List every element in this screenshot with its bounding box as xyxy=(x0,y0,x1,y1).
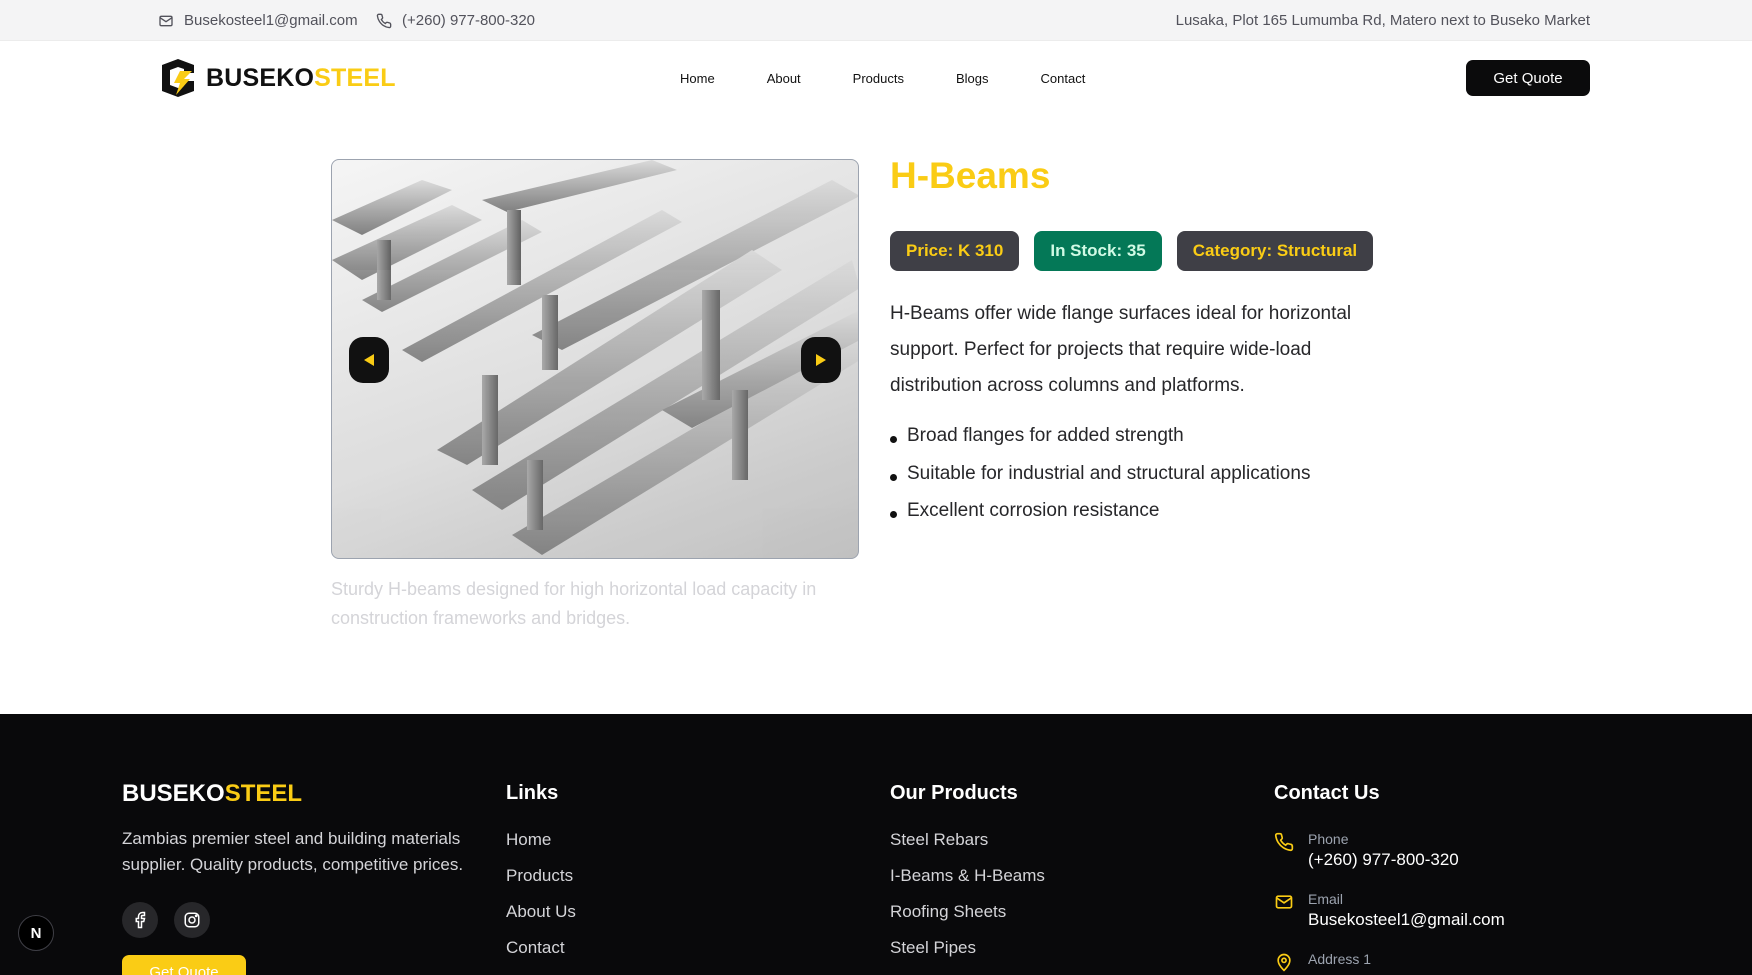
footer-product-link[interactable]: Steel Rebars xyxy=(890,830,1045,866)
topbar-address-text: Lusaka, Plot 165 Lumumba Rd, Matero next… xyxy=(1175,12,1590,29)
site-header: BUSEKOSTEEL Home About Products Blogs Co… xyxy=(0,41,1752,115)
chevron-right-icon xyxy=(816,354,826,366)
product-features: Broad flanges for added strength Suitabl… xyxy=(890,425,1310,538)
footer-get-quote-button[interactable]: Get Quote xyxy=(122,955,246,975)
mail-icon xyxy=(1275,895,1293,909)
footer-contact-address: Address 1 xyxy=(1274,950,1371,972)
footer-phone-label: Phone xyxy=(1308,831,1349,847)
topbar-phone[interactable]: (+260) 977-800-320 xyxy=(376,12,535,29)
footer-contact-phone[interactable]: Phone (+260) 977-800-320 xyxy=(1274,830,1459,872)
feature-item: Excellent corrosion resistance xyxy=(890,500,1310,538)
bullet-icon xyxy=(890,436,897,443)
facebook-link[interactable] xyxy=(122,902,158,938)
logo-text: BUSEKOSTEEL xyxy=(206,64,396,93)
footer-email-text: Email Busekosteel1@gmail.com xyxy=(1308,890,1505,932)
stock-badge: In Stock: 35 xyxy=(1034,231,1162,271)
footer-link-products[interactable]: Products xyxy=(506,866,576,902)
topbar-email-text: Busekosteel1@gmail.com xyxy=(184,12,358,29)
feature-text: Excellent corrosion resistance xyxy=(907,500,1160,521)
footer-address-label: Address 1 xyxy=(1308,951,1372,967)
nav-blogs[interactable]: Blogs xyxy=(956,71,989,86)
product-image xyxy=(332,160,858,558)
footer-email-label: Email xyxy=(1308,891,1344,907)
top-bar: Busekosteel1@gmail.com (+260) 977-800-32… xyxy=(0,0,1752,41)
product-image-caption: Sturdy H-beams designed for high horizon… xyxy=(331,579,817,628)
instagram-link[interactable] xyxy=(174,902,210,938)
footer-phone-value: (+260) 977-800-320 xyxy=(1308,850,1459,869)
footer-brand-accent: STEEL xyxy=(224,780,303,807)
carousel-prev-button[interactable] xyxy=(349,337,389,383)
nav-contact[interactable]: Contact xyxy=(1041,71,1086,86)
facebook-icon xyxy=(135,911,146,929)
bullet-icon xyxy=(890,511,897,518)
topbar-phone-text: (+260) 977-800-320 xyxy=(402,12,536,29)
instagram-icon xyxy=(184,912,200,928)
phone-icon xyxy=(376,13,392,28)
feature-text: Suitable for industrial and structural a… xyxy=(907,462,1311,484)
footer-address-text: Address 1 xyxy=(1308,950,1371,972)
map-pin-icon xyxy=(1277,953,1291,972)
logo-text-primary: BUSEKO xyxy=(206,63,315,92)
nav-products[interactable]: Products xyxy=(853,71,904,86)
logo-icon xyxy=(162,59,194,97)
site-logo[interactable]: BUSEKOSTEEL xyxy=(158,57,396,99)
product-image-carousel xyxy=(331,159,859,559)
chevron-left-icon xyxy=(364,354,374,366)
topbar-address: Lusaka, Plot 165 Lumumba Rd, Matero next… xyxy=(1176,12,1590,29)
dev-tools-badge[interactable]: N xyxy=(18,915,54,951)
feature-text: Broad flanges for added strength xyxy=(907,425,1184,446)
footer-link-contact[interactable]: Contact xyxy=(506,938,576,974)
footer-contact-email[interactable]: Email Busekosteel1@gmail.com xyxy=(1274,890,1505,932)
logo-text-accent: STEEL xyxy=(314,63,396,92)
nav-about[interactable]: About xyxy=(767,71,801,86)
carousel-next-button[interactable] xyxy=(801,337,841,383)
bullet-icon xyxy=(890,473,897,481)
footer-product-link[interactable]: I-Beams & H-Beams xyxy=(890,866,1045,902)
footer-brand: BUSEKOSTEEL xyxy=(122,780,302,808)
topbar-email[interactable]: Busekosteel1@gmail.com xyxy=(158,12,358,29)
footer-brand-primary: BUSEKO xyxy=(122,780,225,807)
category-badge: Category: Structural xyxy=(1176,231,1374,271)
nav-home[interactable]: Home xyxy=(680,71,715,86)
footer-products: Steel Rebars I-Beams & H-Beams Roofing S… xyxy=(890,830,1045,974)
social-links xyxy=(122,902,210,938)
product-badges: Price: K 310 In Stock: 35 Category: Stru… xyxy=(890,231,1374,271)
site-footer: BUSEKOSTEEL Zambias premier steel and bu… xyxy=(0,714,1752,975)
footer-links-heading: Links xyxy=(506,782,559,804)
footer-product-link[interactable]: Steel Pipes xyxy=(890,938,1045,974)
footer-products-heading: Our Products xyxy=(890,782,1018,804)
footer-links: Home Products About Us Contact xyxy=(506,830,576,974)
feature-item: Broad flanges for added strength xyxy=(890,425,1310,463)
footer-contact-heading: Contact Us xyxy=(1274,782,1380,804)
footer-link-home[interactable]: Home xyxy=(506,830,576,866)
footer-about: Zambias premier steel and building mater… xyxy=(122,829,464,874)
footer-product-link[interactable]: Roofing Sheets xyxy=(890,902,1045,938)
feature-item: Suitable for industrial and structural a… xyxy=(890,463,1310,501)
footer-email-value: Busekosteel1@gmail.com xyxy=(1308,910,1505,929)
footer-link-about[interactable]: About Us xyxy=(506,902,576,938)
price-badge: Price: K 310 xyxy=(890,231,1020,271)
product-title: H-Beams xyxy=(890,155,1051,196)
phone-icon xyxy=(1274,832,1294,852)
product-description: H-Beams offer wide flange surfaces ideal… xyxy=(890,303,1352,396)
footer-phone-text: Phone (+260) 977-800-320 xyxy=(1308,830,1459,872)
mail-icon xyxy=(159,15,173,26)
get-quote-button[interactable]: Get Quote xyxy=(1466,60,1590,96)
main-nav: Home About Products Blogs Contact xyxy=(680,71,1137,86)
